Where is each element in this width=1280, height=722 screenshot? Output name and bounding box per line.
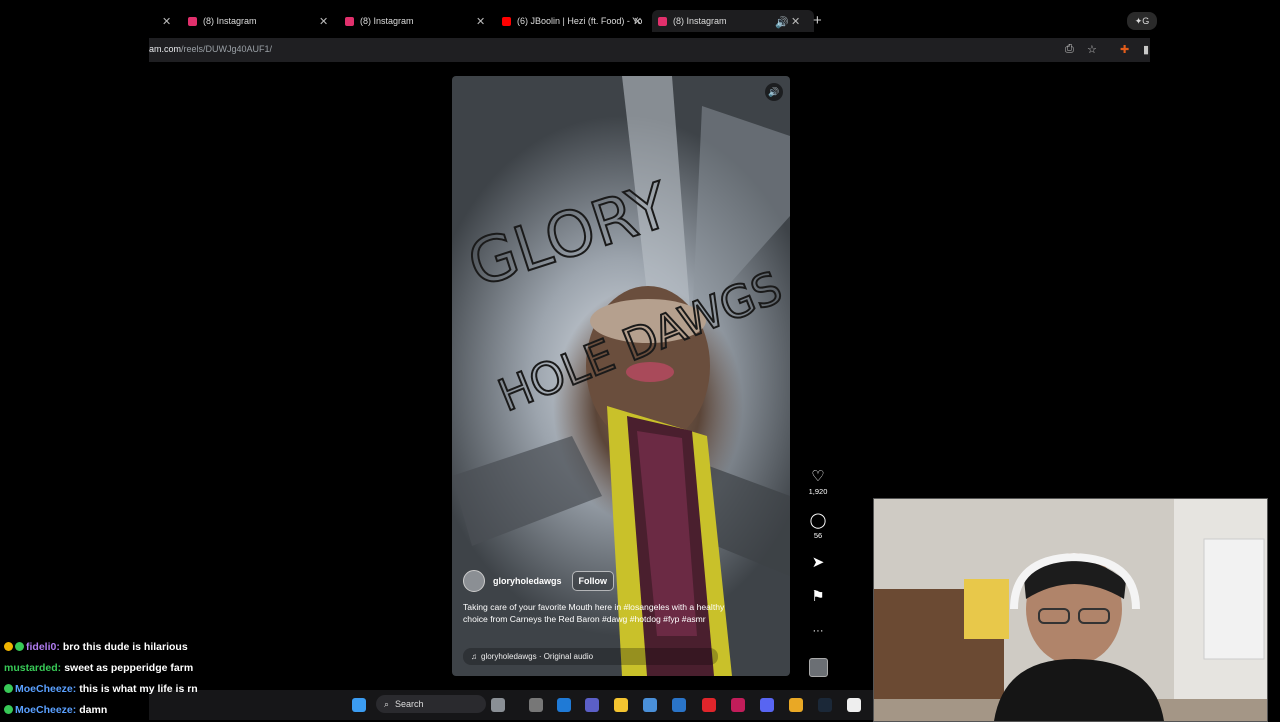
share-button[interactable]: ➤ [803, 554, 833, 572]
heart-icon: ♡ [811, 468, 825, 485]
close-icon[interactable]: ✕ [791, 15, 800, 28]
install-app-icon[interactable]: ⎙ [1065, 43, 1074, 56]
side-panel-icon[interactable]: ▮ [1143, 43, 1149, 56]
badge-icon [4, 705, 13, 714]
chat-username[interactable]: MoeCheeze: [15, 683, 76, 695]
like-button[interactable]: ♡ 1,920 [803, 468, 833, 496]
extension-icon[interactable]: ✚ [1120, 43, 1129, 56]
chat-message: MoeCheeze: this is what my life is rn [4, 678, 244, 699]
send-icon: ➤ [811, 554, 825, 571]
comment-button[interactable]: ◯ 56 [803, 512, 833, 540]
start-icon[interactable] [352, 698, 366, 712]
more-options-button[interactable]: ··· [803, 622, 833, 640]
tab-label: (8) Instagram [203, 16, 257, 26]
chrome-icon[interactable] [789, 698, 803, 712]
instagram-icon [345, 16, 354, 26]
copilot-icon[interactable] [557, 698, 571, 712]
music-note-icon: ♫ [471, 652, 477, 661]
browser-tab-strip: ✕ (8) Instagram ✕ (8) Instagram ✕ (6) JB… [0, 0, 1280, 40]
mute-button[interactable]: 🔊 [765, 83, 783, 101]
chat-username[interactable]: fideli0: [26, 641, 60, 653]
close-icon[interactable]: ✕ [633, 15, 642, 28]
tab-youtube[interactable]: (6) JBoolin | Hezi (ft. Food) - Yo ✕ [502, 10, 642, 32]
chat-text: this is what my life is rn [79, 682, 198, 695]
taskbar-search[interactable]: ⌕ Search [376, 695, 486, 713]
edge-icon[interactable] [672, 698, 686, 712]
app-red-icon[interactable] [702, 698, 716, 712]
chat-username[interactable]: MoeCheeze: [15, 704, 76, 716]
task-view-icon[interactable] [529, 698, 543, 712]
close-icon[interactable]: ✕ [162, 15, 171, 28]
comment-icon: ◯ [809, 512, 827, 529]
steam-icon[interactable] [818, 698, 832, 712]
comment-count: 56 [813, 531, 823, 540]
bookmark-star-icon[interactable]: ☆ [1087, 43, 1097, 56]
gemini-label: G [1142, 16, 1150, 26]
more-icon: ··· [812, 625, 824, 637]
webcam-overlay [873, 498, 1268, 722]
url-host: am.com [149, 44, 182, 54]
badge-icon [4, 642, 13, 651]
close-icon[interactable]: ✕ [319, 15, 328, 28]
avatar[interactable] [463, 570, 485, 592]
reel-author-row: gloryholedawgs Follow [463, 570, 615, 592]
chat-text: damn [79, 703, 108, 716]
badge-icon [15, 642, 24, 651]
youtube-icon [502, 16, 511, 26]
tab-label: (8) Instagram [673, 16, 727, 26]
tab-label: (8) Instagram [360, 16, 414, 26]
chat-message: MoeCheeze: damn [4, 699, 244, 720]
close-icon[interactable]: ✕ [476, 15, 485, 28]
widgets-icon[interactable] [491, 698, 505, 712]
audio-thumbnail[interactable] [809, 658, 828, 677]
url-path: /reels/DUWJg40AUF1/ [181, 44, 273, 54]
search-icon: ⌕ [384, 698, 390, 709]
bookmark-icon: ⚑ [811, 588, 825, 605]
chat-username[interactable]: mustarded: [4, 662, 61, 674]
instagram-icon [188, 16, 197, 26]
stream-chat: fideli0: bro this dude is hilarious must… [4, 636, 244, 720]
tab-instagram-1[interactable]: (8) Instagram ✕ [188, 10, 328, 32]
audio-attribution[interactable]: ♫ gloryholedawgs · Original audio [463, 648, 718, 665]
app-next-icon[interactable] [731, 698, 745, 712]
chat-text: bro this dude is hilarious [62, 640, 188, 653]
search-label: Search [395, 699, 424, 709]
new-tab-button[interactable]: + [813, 12, 822, 29]
webcam-scene [874, 499, 1267, 721]
app-white-icon[interactable] [847, 698, 861, 712]
discord-icon[interactable] [760, 698, 774, 712]
address-bar[interactable]: am.com/reels/DUWJg40AUF1/ ⎙ ☆ ✚ ▮ [149, 38, 1150, 62]
instagram-icon [658, 16, 667, 26]
save-button[interactable]: ⚑ [803, 588, 833, 606]
chat-message: fideli0: bro this dude is hilarious [4, 636, 244, 657]
folder-icon[interactable] [614, 698, 628, 712]
tab-instagram-active[interactable]: (8) Instagram 🔊 ✕ [652, 10, 814, 32]
speaker-icon: 🔊 [768, 86, 780, 97]
author-handle[interactable]: gloryholedawgs [493, 576, 562, 586]
tab-label: (6) JBoolin | Hezi (ft. Food) - Yo [517, 16, 643, 26]
store-icon[interactable] [643, 698, 657, 712]
tab-instagram-2[interactable]: (8) Instagram ✕ [345, 10, 485, 32]
gemini-button[interactable]: ✦ G [1127, 12, 1157, 30]
chat-message: mustarded: sweet as pepperidge farm [4, 657, 244, 678]
teams-icon[interactable] [585, 698, 599, 712]
follow-button[interactable]: Follow [571, 571, 615, 591]
reel-caption: Taking care of your favorite Mouth here … [463, 602, 725, 624]
speaker-icon[interactable]: 🔊 [775, 16, 789, 29]
audio-label: gloryholedawgs · Original audio [481, 652, 594, 661]
chat-text: sweet as pepperidge farm [64, 661, 194, 674]
sparkle-icon: ✦ [1134, 15, 1143, 26]
art-text-glory: GLORY [459, 168, 678, 301]
like-count: 1,920 [808, 487, 828, 496]
badge-icon [4, 684, 13, 693]
url-text[interactable]: am.com/reels/DUWJg40AUF1/ [149, 44, 272, 54]
